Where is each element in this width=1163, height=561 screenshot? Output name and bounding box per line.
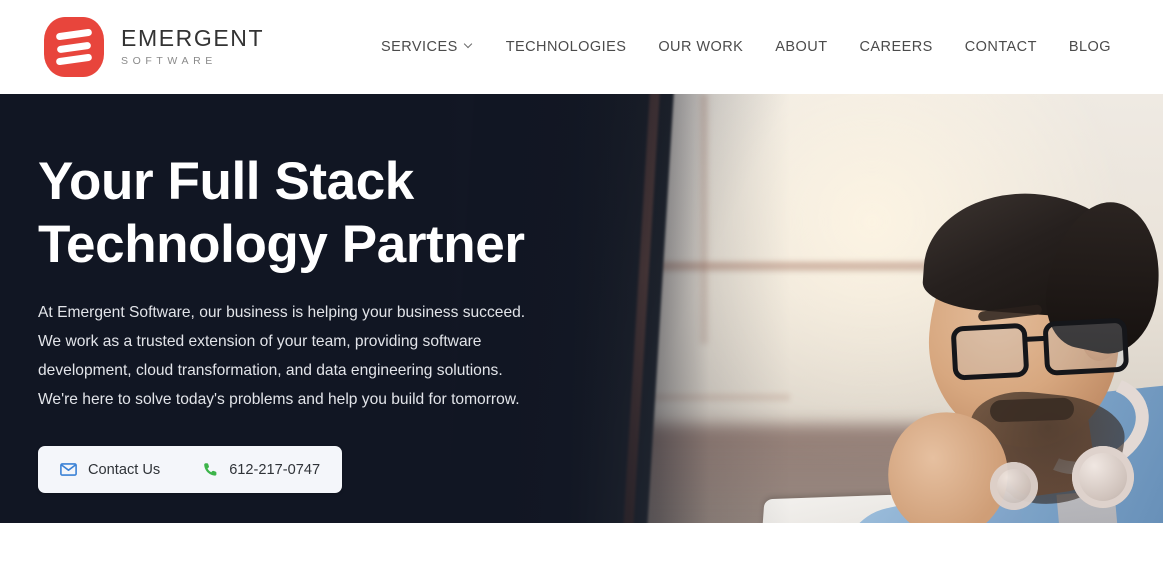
phone-icon bbox=[203, 462, 218, 477]
phone-number-label: 612-217-0747 bbox=[229, 461, 321, 478]
nav-item-about[interactable]: ABOUT bbox=[759, 39, 843, 55]
nav-item-label: CAREERS bbox=[859, 39, 933, 55]
hero-cta-group: Contact Us 612-217-0747 bbox=[38, 446, 343, 493]
site-header: EMERGENT SOFTWARE SERVICES TECHNOLOGIES … bbox=[0, 0, 1163, 94]
mail-icon bbox=[60, 463, 77, 476]
nav-item-label: CONTACT bbox=[964, 39, 1037, 55]
chevron-down-icon bbox=[465, 41, 474, 50]
hero-heading-line-1: Your Full Stack bbox=[38, 152, 414, 211]
contact-us-button[interactable]: Contact Us bbox=[60, 462, 160, 478]
hero-paragraph: At Emergent Software, our business is he… bbox=[38, 298, 598, 414]
emergent-squircle-logo-icon bbox=[44, 17, 104, 77]
nav-item-label: BLOG bbox=[1068, 39, 1111, 55]
hero-heading: Your Full Stack Technology Partner bbox=[38, 150, 598, 276]
brand-subtitle: SOFTWARE bbox=[121, 55, 217, 68]
hero-heading-line-2: Technology Partner bbox=[38, 215, 525, 274]
phone-number-button[interactable]: 612-217-0747 bbox=[203, 462, 320, 478]
nav-item-blog[interactable]: BLOG bbox=[1053, 39, 1123, 55]
brand-wordmark: EMERGENT SOFTWARE bbox=[121, 27, 264, 67]
hero-paragraph-line: We're here to solve today's problems and… bbox=[38, 391, 520, 408]
main-navigation: SERVICES TECHNOLOGIES OUR WORK ABOUT CAR… bbox=[371, 39, 1123, 55]
hero-section: Your Full Stack Technology Partner At Em… bbox=[0, 94, 1163, 523]
hero-paragraph-line: At Emergent Software, our business is he… bbox=[38, 304, 526, 321]
contact-us-label: Contact Us bbox=[88, 461, 161, 478]
nav-item-contact[interactable]: CONTACT bbox=[949, 39, 1053, 55]
hero-content: Your Full Stack Technology Partner At Em… bbox=[38, 150, 598, 493]
hero-paragraph-line: development, cloud transformation, and d… bbox=[38, 362, 503, 379]
hero-paragraph-line: We work as a trusted extension of your t… bbox=[38, 333, 482, 350]
nav-item-label: ABOUT bbox=[775, 39, 828, 55]
nav-item-label: TECHNOLOGIES bbox=[505, 39, 627, 55]
nav-item-our-work[interactable]: OUR WORK bbox=[642, 39, 759, 55]
nav-item-label: SERVICES bbox=[381, 39, 458, 55]
page-root: EMERGENT SOFTWARE SERVICES TECHNOLOGIES … bbox=[0, 0, 1163, 561]
nav-item-label: OUR WORK bbox=[658, 39, 744, 55]
below-fold-strip bbox=[0, 523, 1163, 561]
nav-item-technologies[interactable]: TECHNOLOGIES bbox=[490, 39, 643, 55]
brand-logo-link[interactable]: EMERGENT SOFTWARE bbox=[44, 17, 264, 77]
brand-name: EMERGENT bbox=[121, 25, 265, 52]
nav-item-services[interactable]: SERVICES bbox=[371, 39, 490, 55]
nav-item-careers[interactable]: CAREERS bbox=[844, 39, 949, 55]
